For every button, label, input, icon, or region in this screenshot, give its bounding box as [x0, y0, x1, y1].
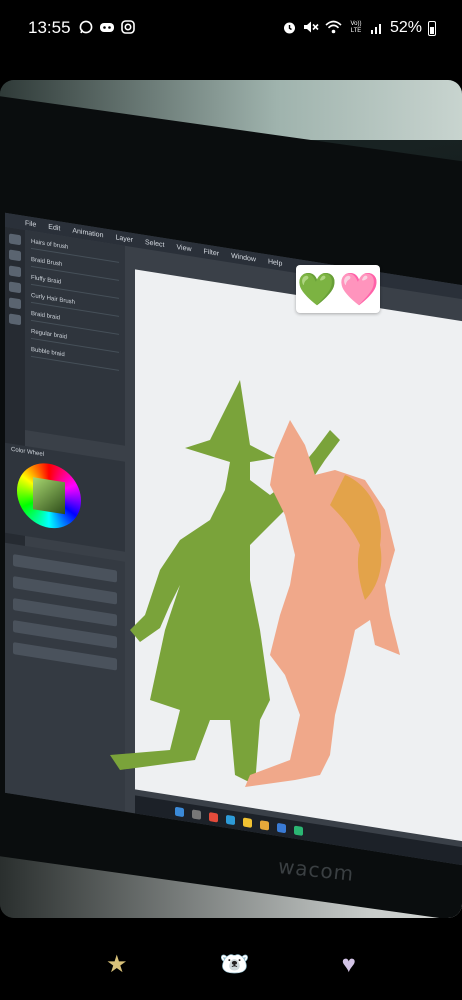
start-icon[interactable]	[175, 806, 184, 817]
menu-help[interactable]: Help	[268, 258, 282, 267]
color-saturation-square[interactable]	[33, 477, 65, 515]
discord-icon	[99, 21, 115, 36]
menu-layer[interactable]: Layer	[115, 234, 133, 244]
folder-icon[interactable]	[260, 819, 269, 831]
volte-icon: Vo)) LTE	[350, 21, 362, 34]
status-bar: 13:55 Vo)) LTE 52%	[0, 0, 462, 56]
clock: 13:55	[28, 18, 71, 37]
girl-silhouette	[245, 420, 400, 787]
spotify-icon[interactable]	[294, 825, 303, 836]
search-icon[interactable]	[192, 808, 201, 820]
signal-icon	[370, 21, 384, 36]
tool-icon[interactable]	[9, 249, 21, 262]
bear-reaction-icon[interactable]: 🐻‍❄️	[220, 953, 250, 977]
star-reaction-icon[interactable]: ★	[106, 953, 128, 977]
status-left: 13:55	[28, 18, 135, 38]
tool-icon[interactable]	[9, 281, 21, 294]
tool-icon[interactable]	[9, 265, 21, 278]
menu-file[interactable]: File	[25, 219, 36, 228]
tool-icon[interactable]	[9, 233, 21, 246]
mute-icon	[303, 20, 319, 36]
menu-view[interactable]: View	[176, 243, 191, 252]
app-icon[interactable]	[209, 811, 218, 823]
reaction-bar: ★ 🐻‍❄️ ♥	[0, 930, 462, 1000]
status-right: Vo)) LTE 52%	[282, 19, 436, 37]
heart-reaction-icon[interactable]: ♥	[342, 953, 356, 977]
menu-edit[interactable]: Edit	[48, 223, 60, 232]
story-photo: File Edit Animation Layer Select View Fi…	[0, 80, 462, 918]
whatsapp-icon	[79, 20, 93, 36]
tool-icon[interactable]	[9, 313, 21, 326]
alarm-icon	[282, 20, 297, 37]
menu-filter[interactable]: Filter	[204, 248, 220, 257]
menu-window[interactable]: Window	[231, 252, 256, 263]
pink-heart-emoji: 🩷	[339, 271, 379, 307]
green-heart-emoji: 💚	[297, 271, 337, 307]
store-icon[interactable]	[277, 822, 286, 833]
tool-icon[interactable]	[9, 297, 21, 310]
edge-icon[interactable]	[226, 814, 235, 825]
menu-select[interactable]: Select	[145, 238, 164, 248]
wifi-icon	[325, 20, 342, 36]
battery-percent: 52%	[389, 19, 422, 36]
battery-icon	[428, 20, 436, 36]
heart-sticker[interactable]: 💚 🩷	[296, 265, 380, 313]
chrome-icon[interactable]	[243, 816, 252, 828]
instagram-icon	[120, 20, 135, 36]
menu-animation[interactable]: Animation	[72, 227, 103, 239]
